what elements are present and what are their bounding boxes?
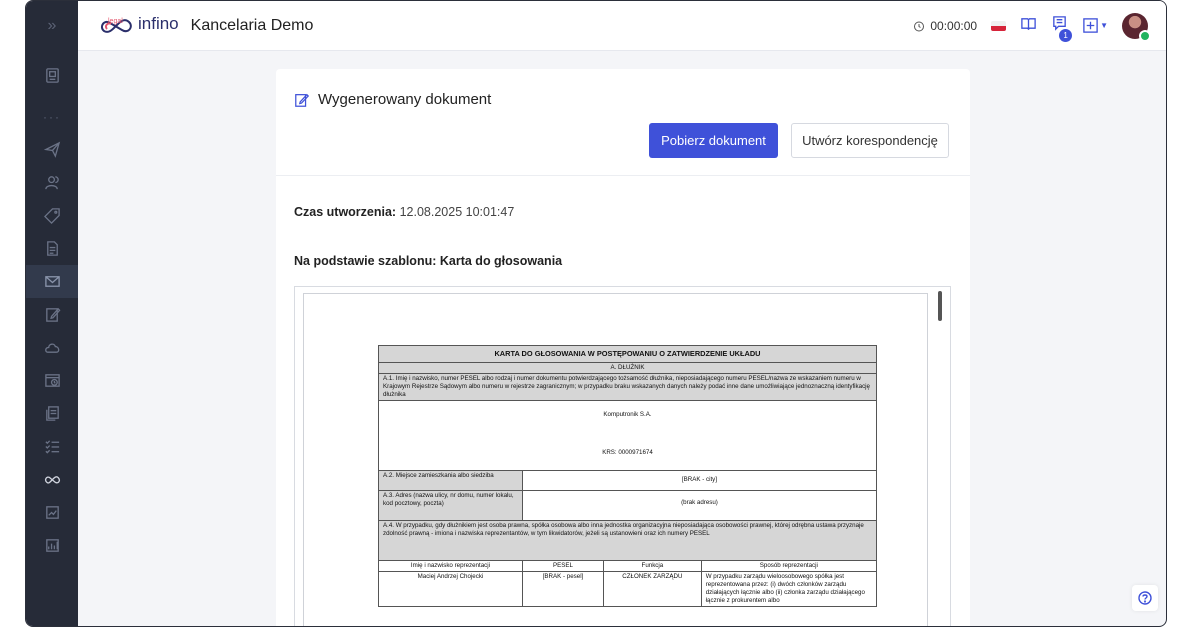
sidebar-item-tags[interactable] [26, 199, 78, 232]
col-header-name: Imię i nazwisko reprezentacji [378, 559, 523, 572]
notification-badge: 1 [1059, 28, 1073, 42]
document-card: Wygenerowany dokument Pobierz dokument U… [276, 69, 970, 626]
quick-add-menu[interactable]: ▼ [1082, 17, 1108, 34]
report-icon [45, 506, 59, 519]
col-header-pesel: PESEL [521, 559, 605, 572]
document-icon [46, 241, 58, 256]
logo-subtext: legal [108, 18, 123, 25]
sidebar-item-calendar[interactable] [26, 364, 78, 397]
files-icon [45, 406, 59, 421]
checklist-icon [44, 440, 59, 454]
sidebar-item-reports[interactable] [26, 496, 78, 529]
sidebar-item-documents[interactable] [26, 232, 78, 265]
created-label: Czas utworzenia: [294, 205, 397, 219]
cloud-icon [44, 343, 59, 353]
doc-title: KARTA DO GŁOSOWANIA W POSTĘPOWANIU O ZAT… [378, 345, 877, 363]
app-title: Kancelaria Demo [190, 16, 314, 34]
sidebar-item-clients[interactable] [26, 166, 78, 199]
a2-value: [BRAK - city] [521, 469, 878, 491]
template-label: Na podstawie szablonu: [294, 254, 437, 268]
more-dots-icon: ··· [43, 109, 61, 124]
edit-document-icon [295, 93, 310, 107]
col-header-function: Funkcja [603, 559, 702, 572]
stopwatch-icon [914, 21, 925, 31]
add-square-icon [1083, 18, 1098, 33]
a3-label: A.3. Adres (nazwa ulicy, nr domu, numer … [378, 489, 523, 521]
sidebar-item-dashboard[interactable] [26, 59, 78, 92]
created-value: 12.08.2025 10:01:47 [399, 205, 515, 219]
create-correspondence-button[interactable]: Utwórz korespondencję [791, 123, 949, 158]
sidebar-item-infino[interactable] [26, 463, 78, 496]
main-content: Wygenerowany dokument Pobierz dokument U… [78, 51, 1166, 626]
sidebar-item-cloud[interactable] [26, 331, 78, 364]
tag-icon [43, 208, 60, 224]
download-document-button[interactable]: Pobierz dokument [649, 123, 778, 158]
sidebar-item-tasks[interactable] [26, 430, 78, 463]
app-logo[interactable]: infino legal [100, 13, 179, 36]
sidebar-item-mail[interactable] [26, 265, 78, 298]
card-title: Wygenerowany dokument [294, 91, 491, 108]
a1-label: A.1. Imię i nazwisko, numer PESEL albo r… [378, 372, 877, 401]
voting-card-table: KARTA DO GŁOSOWANIA W POSTĘPOWANIU O ZAT… [378, 345, 878, 608]
table-row: Maciej Andrzej Chojecki [BRAK - pesel] C… [378, 570, 878, 608]
rep-method: W przypadku zarządu wieloosobowego spółk… [700, 570, 878, 608]
language-flag-pl-icon[interactable] [991, 20, 1007, 31]
rep-pesel: [BRAK - pesel] [521, 570, 605, 608]
sidebar: » ··· [26, 1, 78, 626]
document-preview[interactable]: KARTA DO GŁOSOWANIA W POSTĘPOWANIU O ZAT… [294, 286, 951, 626]
help-button[interactable] [1132, 585, 1158, 611]
sidebar-item-send[interactable] [26, 133, 78, 166]
paper-plane-icon [43, 141, 60, 158]
template-info: Na podstawie szablonu: Karta do głosowan… [294, 254, 562, 268]
sidebar-item-generated[interactable] [26, 298, 78, 331]
timer-value: 00:00:00 [930, 18, 978, 33]
work-timer[interactable]: 00:00:00 [913, 19, 977, 33]
dashboard-icon [45, 68, 59, 83]
document-page: KARTA DO GŁOSOWANIA W POSTĘPOWANIU O ZAT… [303, 293, 928, 626]
debtor-krs: KRS: 0000971674 [602, 448, 653, 456]
col-header-method: Sposób reprezentacji [700, 559, 878, 572]
a4-label: A.4. W przypadku, gdy dłużnikiem jest os… [378, 519, 877, 561]
double-chevron-right-icon: » [47, 17, 57, 34]
users-icon [44, 176, 59, 190]
rep-name: Maciej Andrzej Chojecki [378, 570, 523, 608]
knowledge-base-button[interactable] [1020, 15, 1037, 37]
logo-text: infino [138, 13, 179, 33]
online-status-icon [1139, 29, 1151, 42]
created-time: Czas utworzenia: 12.08.2025 10:01:47 [294, 205, 514, 219]
template-value: Karta do głosowania [439, 254, 563, 268]
sidebar-toggle-button[interactable]: » [26, 1, 78, 51]
a1-value: Komputronik S.A. KRS: 0000971674 [378, 399, 877, 471]
sidebar-more[interactable]: ··· [26, 100, 78, 133]
user-avatar[interactable] [1122, 12, 1151, 42]
calendar-clock-icon [44, 374, 60, 387]
envelope-icon [44, 276, 60, 287]
messages-button[interactable]: 1 [1051, 15, 1073, 42]
caret-down-icon: ▼ [1100, 21, 1108, 30]
section-a-heading: A. DŁUŻNIK [378, 361, 877, 374]
debtor-name: Komputronik S.A. [603, 410, 652, 418]
a3-value: (brak adresu) [521, 489, 878, 521]
preview-scrollbar[interactable] [938, 291, 942, 321]
sidebar-item-stats[interactable] [26, 529, 78, 562]
edit-document-icon [45, 307, 60, 322]
infino-logo-icon [44, 476, 60, 484]
card-header: Wygenerowany dokument Pobierz dokument U… [276, 69, 970, 176]
chart-icon [45, 539, 59, 552]
sidebar-item-archive[interactable] [26, 397, 78, 430]
question-circle-icon [1138, 591, 1152, 605]
a2-label: A.2. Miejsce zamieszkania albo siedziba [378, 469, 523, 491]
top-header: infino legal Kancelaria Demo 00:00:00 1 … [78, 1, 1166, 51]
rep-function: CZŁONEK ZARZĄDU [603, 570, 702, 608]
app-window: » ··· infino legal Kancelaria Demo 00:00… [25, 0, 1167, 627]
book-open-icon [1021, 17, 1036, 30]
